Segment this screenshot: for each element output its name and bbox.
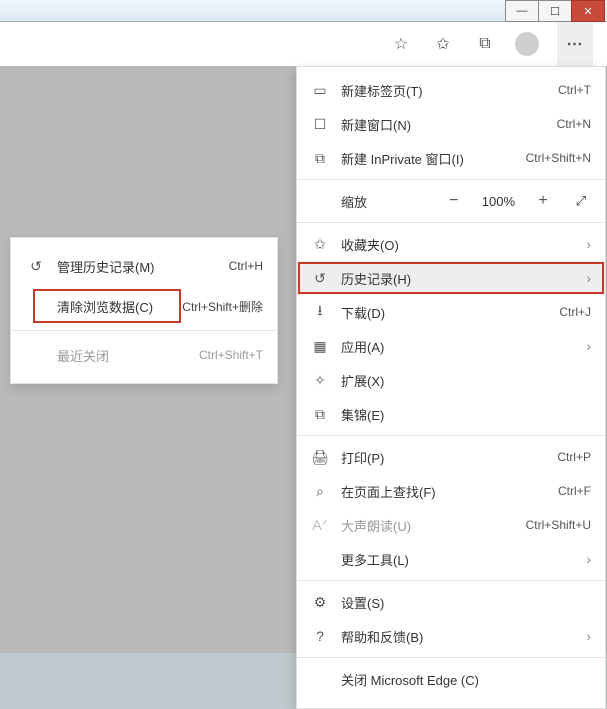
read-aloud-icon: Aᐟ <box>309 517 331 534</box>
inprivate-icon: ⧉ <box>309 150 331 167</box>
print-icon: 🖨 <box>309 449 331 466</box>
shortcut: Ctrl+Shift+N <box>526 151 591 165</box>
profile-avatar[interactable] <box>515 32 539 56</box>
separator <box>297 435 605 436</box>
chevron-right-icon: › <box>586 628 591 644</box>
menu-label: 设置(S) <box>341 593 591 612</box>
minimize-button[interactable]: — <box>505 0 539 22</box>
collections-icon: ⧉ <box>309 406 331 423</box>
star-icon[interactable]: ☆ <box>389 34 413 54</box>
menu-label: 集锦(E) <box>341 405 591 424</box>
history-icon: ↺ <box>309 270 331 287</box>
menu-label: 新建 InPrivate 窗口(I) <box>341 149 526 168</box>
shortcut: Ctrl+Shift+T <box>199 348 263 362</box>
submenu-clear-browsing-data[interactable]: 清除浏览数据(C) Ctrl+Shift+删除 <box>11 286 277 326</box>
separator <box>297 657 605 658</box>
chevron-right-icon: › <box>586 551 591 567</box>
shortcut: Ctrl+J <box>559 305 591 319</box>
menu-label: 应用(A) <box>341 337 580 356</box>
menu-new-inprivate[interactable]: ⧉ 新建 InPrivate 窗口(I) Ctrl+Shift+N <box>297 141 605 175</box>
submenu-label: 管理历史记录(M) <box>57 257 229 276</box>
menu-collections[interactable]: ⧉ 集锦(E) <box>297 397 605 431</box>
main-menu: ▭ 新建标签页(T) Ctrl+T ☐ 新建窗口(N) Ctrl+N ⧉ 新建 … <box>296 66 606 709</box>
more-menu-button[interactable]: ⋯ <box>557 22 593 66</box>
extensions-icon: ✧ <box>309 372 331 389</box>
menu-more-tools[interactable]: 更多工具(L) › <box>297 542 605 576</box>
menu-find[interactable]: ⌕ 在页面上查找(F) Ctrl+F <box>297 474 605 508</box>
maximize-button[interactable]: ☐ <box>538 0 572 22</box>
find-icon: ⌕ <box>309 483 331 500</box>
menu-label: 扩展(X) <box>341 371 591 390</box>
gear-icon: ⚙ <box>309 594 331 611</box>
menu-history[interactable]: ↺ 历史记录(H) › <box>297 261 605 295</box>
menu-zoom: 缩放 − 100% + ⤢ <box>297 184 605 218</box>
separator <box>297 222 605 223</box>
shortcut: Ctrl+P <box>557 450 591 464</box>
window-icon: ☐ <box>309 116 331 133</box>
menu-label: 打印(P) <box>341 448 557 467</box>
menu-read-aloud: Aᐟ 大声朗读(U) Ctrl+Shift+U <box>297 508 605 542</box>
chevron-right-icon: › <box>586 236 591 252</box>
zoom-label: 缩放 <box>341 192 367 211</box>
menu-extensions[interactable]: ✧ 扩展(X) <box>297 363 605 397</box>
shortcut: Ctrl+Shift+U <box>526 518 591 532</box>
download-icon: ⭳ <box>309 300 331 324</box>
history-submenu: ↺ 管理历史记录(M) Ctrl+H 清除浏览数据(C) Ctrl+Shift+… <box>10 237 278 384</box>
menu-label: 更多工具(L) <box>341 550 580 569</box>
menu-help[interactable]: ? 帮助和反馈(B) › <box>297 619 605 653</box>
menu-favorites[interactable]: ✩ 收藏夹(O) › <box>297 227 605 261</box>
close-window-button[interactable]: ✕ <box>571 0 605 22</box>
menu-label: 收藏夹(O) <box>341 235 580 254</box>
shortcut: Ctrl+T <box>558 83 591 97</box>
zoom-out-button[interactable]: − <box>444 192 464 210</box>
menu-apps[interactable]: ▦ 应用(A) › <box>297 329 605 363</box>
shortcut: Ctrl+N <box>557 117 591 131</box>
help-icon: ? <box>309 628 331 644</box>
menu-downloads[interactable]: ⭳ 下载(D) Ctrl+J <box>297 295 605 329</box>
menu-label: 新建标签页(T) <box>341 81 558 100</box>
apps-icon: ▦ <box>309 338 331 355</box>
chevron-right-icon: › <box>586 338 591 354</box>
submenu-manage-history[interactable]: ↺ 管理历史记录(M) Ctrl+H <box>11 246 277 286</box>
separator <box>11 330 277 331</box>
submenu-label: 清除浏览数据(C) <box>57 297 182 316</box>
menu-label: 大声朗读(U) <box>341 516 526 535</box>
zoom-value: 100% <box>482 194 515 209</box>
separator <box>297 179 605 180</box>
menu-label: 帮助和反馈(B) <box>341 627 580 646</box>
shortcut: Ctrl+H <box>229 259 263 273</box>
menu-settings[interactable]: ⚙ 设置(S) <box>297 585 605 619</box>
menu-label: 新建窗口(N) <box>341 115 557 134</box>
collections-icon[interactable]: ⧉ <box>473 35 497 53</box>
fullscreen-button[interactable]: ⤢ <box>571 193 591 209</box>
tab-icon: ▭ <box>309 82 331 99</box>
chevron-right-icon: › <box>586 270 591 286</box>
menu-close-edge[interactable]: 关闭 Microsoft Edge (C) <box>297 662 605 696</box>
submenu-recently-closed: 最近关闭 Ctrl+Shift+T <box>11 335 277 375</box>
browser-toolbar: ☆ ✩ ⧉ ⋯ <box>0 22 607 66</box>
menu-label: 历史记录(H) <box>341 269 580 288</box>
favorites-icon: ✩ <box>309 236 331 253</box>
menu-label: 在页面上查找(F) <box>341 482 558 501</box>
shortcut: Ctrl+Shift+删除 <box>182 298 263 315</box>
menu-new-window[interactable]: ☐ 新建窗口(N) Ctrl+N <box>297 107 605 141</box>
window-controls: — ☐ ✕ <box>506 0 605 22</box>
zoom-in-button[interactable]: + <box>533 192 553 210</box>
menu-label: 关闭 Microsoft Edge (C) <box>341 670 591 689</box>
history-icon: ↺ <box>25 258 47 275</box>
menu-new-tab[interactable]: ▭ 新建标签页(T) Ctrl+T <box>297 73 605 107</box>
menu-print[interactable]: 🖨 打印(P) Ctrl+P <box>297 440 605 474</box>
submenu-label: 最近关闭 <box>57 346 199 365</box>
menu-label: 下载(D) <box>341 303 559 322</box>
shortcut: Ctrl+F <box>558 484 591 498</box>
favorites-icon[interactable]: ✩ <box>431 34 455 54</box>
separator <box>297 580 605 581</box>
